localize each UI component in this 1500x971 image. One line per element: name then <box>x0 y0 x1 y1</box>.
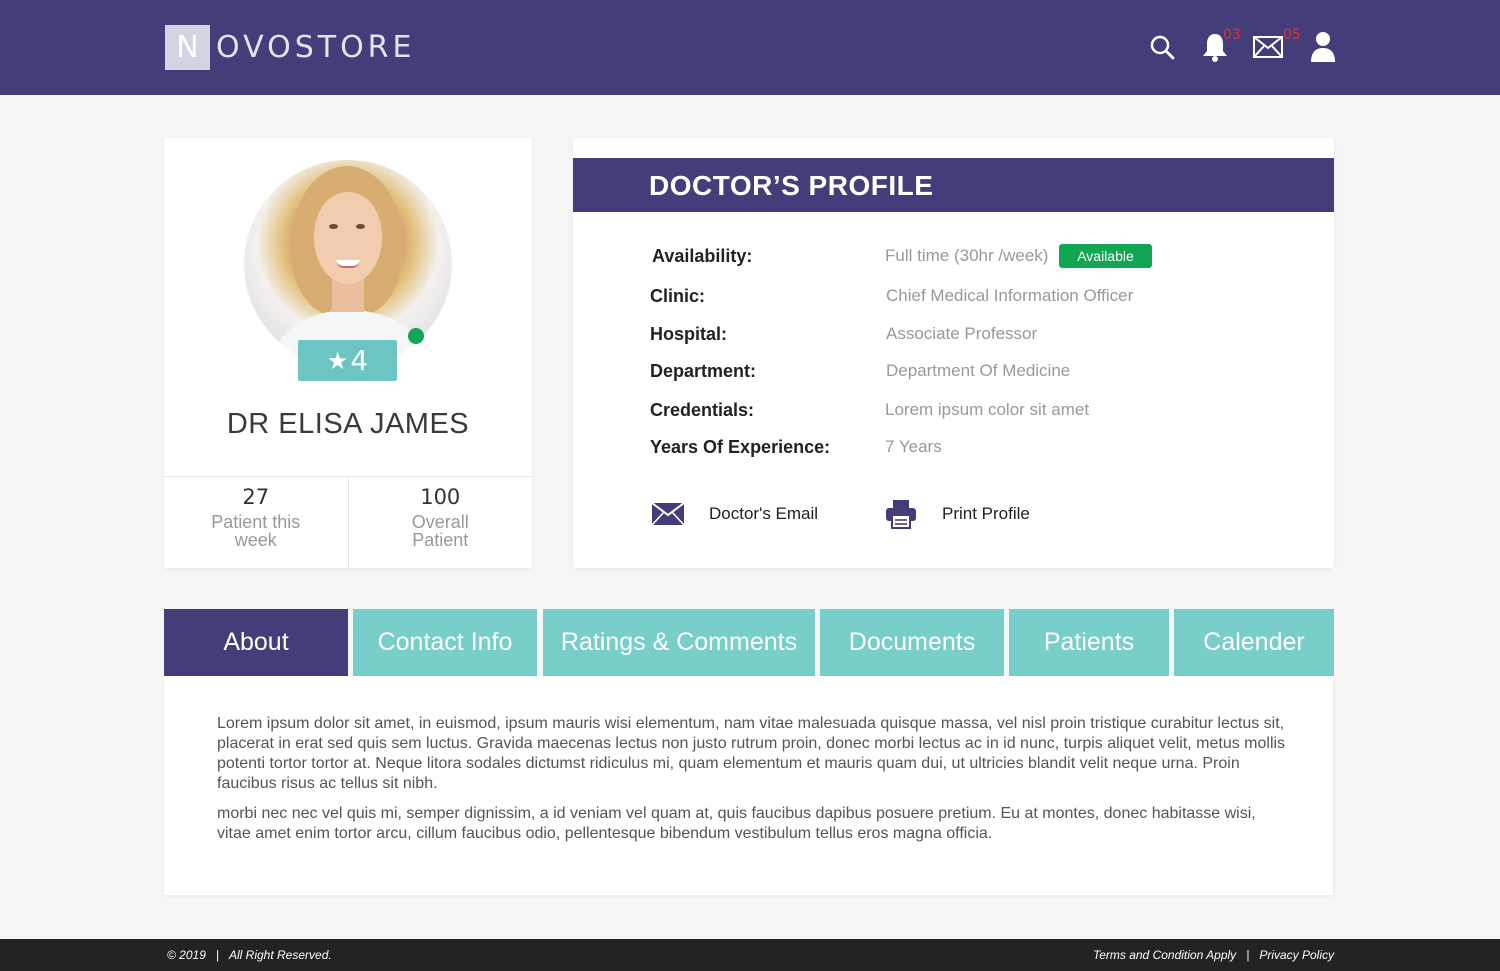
row-key: Availability: <box>652 246 753 266</box>
tab-about[interactable]: About <box>164 609 348 690</box>
footer-copyright: © 2019 | All Right Reserved. <box>167 948 332 962</box>
row-value: 7 Years <box>885 437 942 456</box>
row-experience: Years Of Experience: 7 Years <box>650 437 1300 461</box>
stat-overall: 100 Overall Patient <box>347 477 533 568</box>
about-panel: Lorem ipsum dolor sit amet, in euismod, … <box>164 676 1333 895</box>
logo-mark: N <box>165 25 210 70</box>
tab-ratings-comments[interactable]: Ratings & Comments <box>543 609 815 676</box>
row-hospital: Hospital: Associate Professor <box>650 324 1300 348</box>
row-value: Full time (30hr /week) <box>885 246 1049 265</box>
message-count-badge: 05 <box>1283 27 1301 43</box>
about-paragraph-1: Lorem ipsum dolor sit amet, in euismod, … <box>217 715 1286 792</box>
doctor-summary-card: ★ 4 DR ELISA JAMES 27 Patient this week … <box>164 138 532 568</box>
online-status-dot <box>408 328 424 344</box>
copyright-year: © 2019 <box>167 948 206 962</box>
rating-badge: ★ 4 <box>298 340 397 381</box>
row-value: Lorem ipsum color sit amet <box>885 400 1090 419</box>
privacy-link[interactable]: Privacy Policy <box>1259 948 1334 962</box>
row-key: Department: <box>650 361 757 381</box>
doctor-email-link[interactable]: Doctor's Email <box>651 500 818 528</box>
profile-tabs: About Contact Info Ratings & Comments Do… <box>164 609 1334 690</box>
logo[interactable]: N OVOSTORE <box>165 25 415 70</box>
row-key: Years Of Experience: <box>650 437 831 457</box>
doctor-email-label: Doctor's Email <box>709 504 819 523</box>
row-value: Chief Medical Information Officer <box>886 286 1134 305</box>
notification-count-badge: 03 <box>1223 27 1241 43</box>
tab-contact-info[interactable]: Contact Info <box>353 609 537 676</box>
patient-stats: 27 Patient this week 100 Overall Patient <box>164 476 532 568</box>
notification-bell-icon[interactable]: 03 <box>1198 27 1241 64</box>
user-icon[interactable] <box>1306 30 1340 64</box>
tab-patients[interactable]: Patients <box>1009 609 1169 676</box>
profile-title: DOCTOR’S PROFILE <box>573 158 1334 212</box>
tab-calender[interactable]: Calender <box>1174 609 1334 676</box>
footer-links: Terms and Condition Apply | Privacy Policy <box>1092 948 1334 962</box>
stat-week: 27 Patient this week <box>164 477 348 568</box>
mail-icon[interactable]: 05 <box>1251 27 1301 64</box>
row-department: Department: Department Of Medicine <box>650 361 1300 385</box>
row-key: Credentials: <box>650 400 755 420</box>
doctor-name: DR ELISA JAMES <box>226 408 470 440</box>
row-availability: Availability: Full time (30hr /week) Ava… <box>650 244 1300 270</box>
about-paragraph-2: morbi nec nec vel quis mi, semper dignis… <box>217 805 1256 842</box>
row-value: Associate Professor <box>886 324 1038 343</box>
footer: © 2019 | All Right Reserved. Terms and Con… <box>0 939 1500 971</box>
printer-icon <box>884 500 918 529</box>
search-icon[interactable] <box>1145 30 1179 64</box>
row-clinic: Clinic: Chief Medical Information Office… <box>650 286 1300 310</box>
stat-overall-value: 100 <box>420 485 461 509</box>
row-credentials: Credentials: Lorem ipsum color sit amet <box>650 400 1300 424</box>
star-icon: ★ <box>326 346 349 375</box>
stat-week-label: Patient this week <box>211 512 301 550</box>
envelope-icon <box>651 500 685 528</box>
top-navbar: N OVOSTORE 03 05 <box>0 0 1500 95</box>
doctor-profile-card: DOCTOR’S PROFILE Availability: Full time… <box>573 138 1334 568</box>
stat-week-value: 27 <box>242 485 270 509</box>
print-profile-label: Print Profile <box>942 504 1030 523</box>
logo-text: OVOSTORE <box>216 30 416 65</box>
row-value: Department Of Medicine <box>886 361 1071 380</box>
row-key: Hospital: <box>650 324 728 344</box>
tab-documents[interactable]: Documents <box>820 609 1004 676</box>
rating-value: 4 <box>350 344 369 377</box>
available-badge: Available <box>1059 244 1152 268</box>
stat-overall-label: Overall Patient <box>411 512 469 550</box>
row-key: Clinic: <box>650 286 706 306</box>
print-profile-button[interactable]: Print Profile <box>884 500 1030 529</box>
terms-link[interactable]: Terms and Condition Apply <box>1093 948 1236 962</box>
rights-text: All Right Reserved. <box>229 948 332 962</box>
